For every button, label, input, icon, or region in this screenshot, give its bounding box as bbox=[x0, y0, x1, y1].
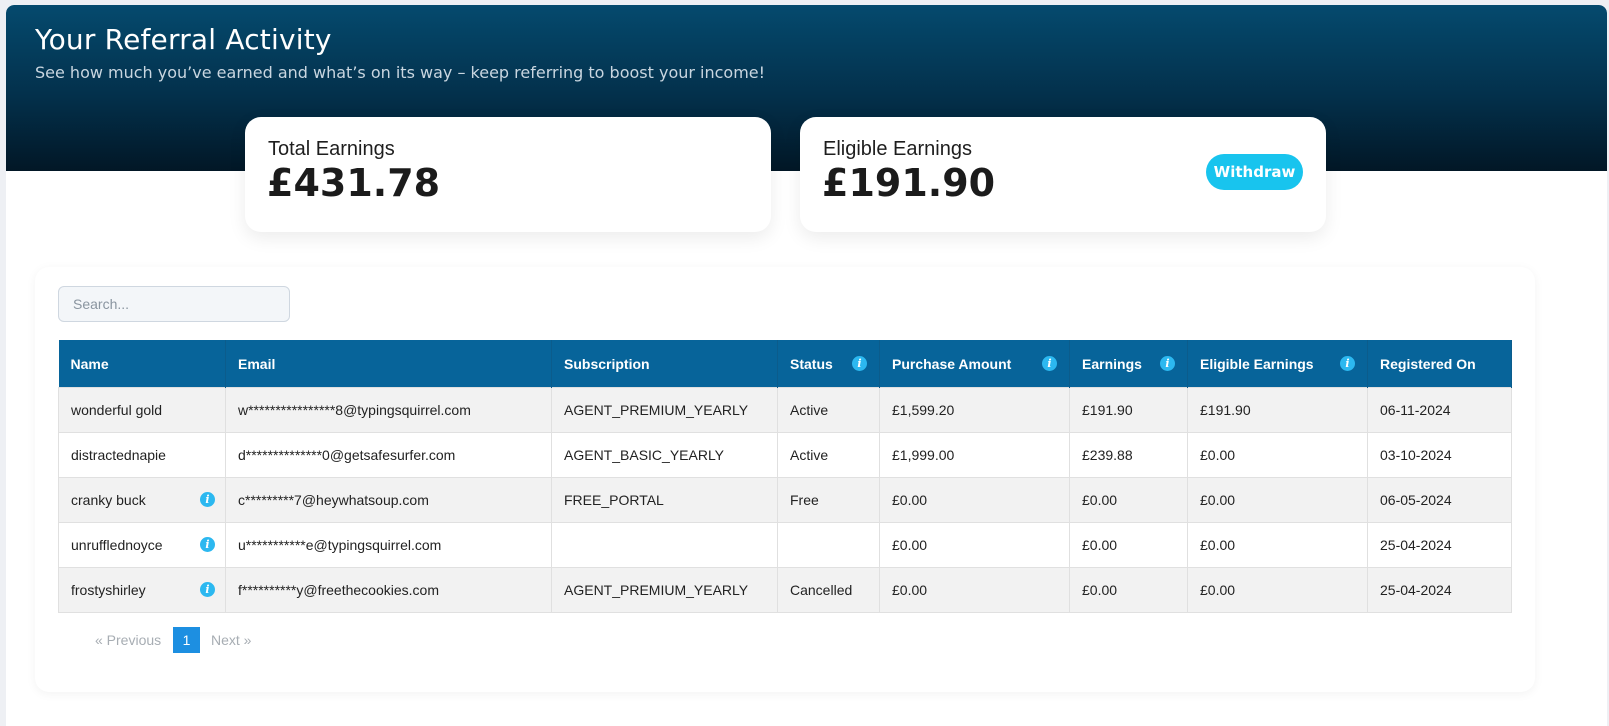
cell-purchase-amount: £1,599.20 bbox=[879, 387, 1070, 433]
info-icon[interactable]: i bbox=[1042, 355, 1057, 371]
cell-earnings: £0.00 bbox=[1069, 477, 1188, 523]
table-row: cranky buck i c*********7@heywhatsoup.com… bbox=[58, 477, 1512, 523]
cell-eligible-earnings: £191.90 bbox=[1187, 387, 1368, 433]
cell-status: Active bbox=[777, 387, 880, 433]
cell-name: frostyshirley i bbox=[58, 567, 226, 613]
previous-page-link[interactable]: « Previous bbox=[95, 632, 161, 648]
column-header-name[interactable]: Name bbox=[58, 340, 226, 388]
cell-subscription: AGENT_PREMIUM_YEARLY bbox=[551, 567, 778, 613]
cell-registered-on: 06-05-2024 bbox=[1367, 477, 1512, 523]
withdraw-button[interactable]: Withdraw bbox=[1206, 154, 1303, 190]
cell-status: Active bbox=[777, 432, 880, 478]
info-icon[interactable]: i bbox=[200, 582, 215, 597]
page: Your Referral Activity See how much you’… bbox=[6, 5, 1607, 726]
cell-registered-on: 25-04-2024 bbox=[1367, 567, 1512, 613]
referrals-panel: Name Email Subscription Statusi Purchase… bbox=[35, 267, 1535, 692]
search-input[interactable] bbox=[58, 286, 290, 322]
column-header-eligible-earnings[interactable]: Eligible Earnings i bbox=[1187, 340, 1368, 388]
cell-subscription: AGENT_PREMIUM_YEARLY bbox=[551, 387, 778, 433]
cell-email: w****************8@typingsquirrel.com bbox=[225, 387, 552, 433]
total-earnings-label: Total Earnings bbox=[268, 138, 395, 160]
cell-name: distractednapie bbox=[58, 432, 226, 478]
column-header-email[interactable]: Email bbox=[225, 340, 552, 388]
cell-subscription bbox=[551, 522, 778, 568]
cell-registered-on: 06-11-2024 bbox=[1367, 387, 1512, 433]
eligible-earnings-card: Eligible Earnings £191.90 Withdraw bbox=[800, 117, 1326, 232]
info-icon[interactable]: i bbox=[852, 355, 867, 371]
page-1-button[interactable]: 1 bbox=[173, 627, 200, 653]
table-row: wonderful gold w****************8@typing… bbox=[58, 387, 1512, 433]
cell-email: d**************0@getsafesurfer.com bbox=[225, 432, 552, 478]
column-header-purchase-amount[interactable]: Purchase Amount i bbox=[879, 340, 1070, 388]
table-row: frostyshirley i f**********y@freethecooki… bbox=[58, 567, 1512, 613]
cell-subscription: AGENT_BASIC_YEARLY bbox=[551, 432, 778, 478]
next-page-link[interactable]: Next » bbox=[211, 632, 251, 648]
referrals-table: Name Email Subscription Status i Purchase… bbox=[58, 340, 1512, 613]
cell-earnings: £191.90 bbox=[1069, 387, 1188, 433]
total-earnings-value: £431.78 bbox=[267, 161, 441, 205]
info-icon[interactable]: i bbox=[200, 537, 215, 552]
column-header-subscription[interactable]: Subscription bbox=[551, 340, 778, 388]
cell-status bbox=[777, 522, 880, 568]
cell-earnings: £239.88 bbox=[1069, 432, 1188, 478]
table-row: distractednapie d**************0@getsafe… bbox=[58, 432, 1512, 478]
info-icon[interactable]: i bbox=[200, 492, 215, 507]
cell-subscription: FREE_PORTAL bbox=[551, 477, 778, 523]
cell-purchase-amount: £0.00 bbox=[879, 567, 1070, 613]
info-icon[interactable]: i bbox=[1160, 355, 1175, 371]
info-icon[interactable]: i bbox=[1340, 355, 1355, 371]
cell-purchase-amount: £1,999.00 bbox=[879, 432, 1070, 478]
column-header-status[interactable]: Status i bbox=[777, 340, 880, 388]
cell-name: wonderful gold bbox=[58, 387, 226, 433]
cell-purchase-amount: £0.00 bbox=[879, 522, 1070, 568]
table-header-row: Name Email Subscription Status i Purchase… bbox=[58, 340, 1512, 388]
cell-earnings: £0.00 bbox=[1069, 522, 1188, 568]
cell-earnings: £0.00 bbox=[1069, 567, 1188, 613]
cell-eligible-earnings: £0.00 bbox=[1187, 477, 1368, 523]
cell-email: c*********7@heywhatsoup.com bbox=[225, 477, 552, 523]
cell-email: u***********e@typingsquirrel.com bbox=[225, 522, 552, 568]
total-earnings-card: Total Earnings £431.78 bbox=[245, 117, 771, 232]
page-title: Your Referral Activity bbox=[35, 23, 332, 56]
cell-eligible-earnings: £0.00 bbox=[1187, 432, 1368, 478]
column-header-earnings[interactable]: Earnings i bbox=[1069, 340, 1188, 388]
cell-eligible-earnings: £0.00 bbox=[1187, 522, 1368, 568]
cell-status: Free bbox=[777, 477, 880, 523]
cell-registered-on: 25-04-2024 bbox=[1367, 522, 1512, 568]
eligible-earnings-value: £191.90 bbox=[822, 161, 996, 205]
column-header-registered-on[interactable]: Registered On bbox=[1367, 340, 1512, 388]
eligible-earnings-label: Eligible Earnings bbox=[823, 138, 972, 160]
cell-eligible-earnings: £0.00 bbox=[1187, 567, 1368, 613]
cell-name: cranky buck i bbox=[58, 477, 226, 523]
cell-name: unrufflednoyce i bbox=[58, 522, 226, 568]
page-subtitle: See how much you’ve earned and what’s on… bbox=[35, 63, 766, 82]
cell-purchase-amount: £0.00 bbox=[879, 477, 1070, 523]
table-row: unrufflednoyce i u***********e@typingsqui… bbox=[58, 522, 1512, 568]
cell-registered-on: 03-10-2024 bbox=[1367, 432, 1512, 478]
cell-email: f**********y@freethecookies.com bbox=[225, 567, 552, 613]
cell-status: Cancelled bbox=[777, 567, 880, 613]
